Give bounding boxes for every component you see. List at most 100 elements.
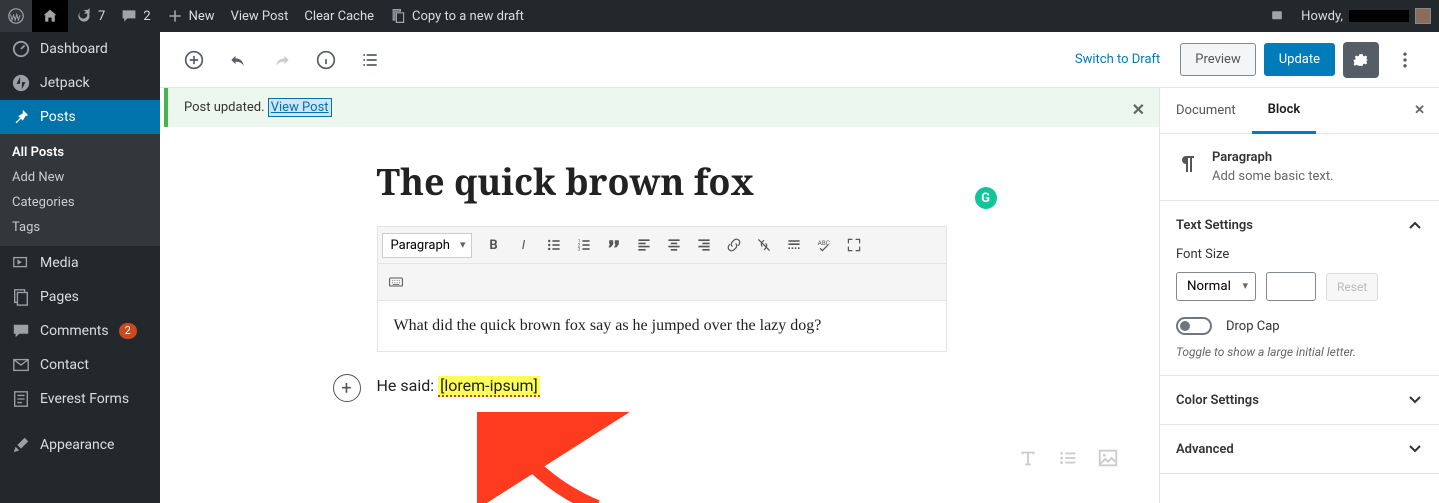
drop-cap-toggle[interactable] [1176,317,1212,335]
wordpress-logo[interactable] [0,0,32,32]
align-center-button[interactable] [660,231,688,259]
align-left-button[interactable] [630,231,658,259]
sidebar-item-everest[interactable]: Everest Forms [0,382,160,416]
comment-icon [121,8,137,24]
expand-icon [846,237,862,253]
sidebar-item-comments[interactable]: Comments2 [0,314,160,348]
updates-count: 7 [98,9,105,24]
sidebar-item-media[interactable]: Media [0,246,160,280]
site-home[interactable] [32,0,68,32]
gear-icon [1351,50,1371,70]
preview-button[interactable]: Preview [1180,43,1255,76]
undo-button[interactable] [220,42,256,78]
unlink-button[interactable] [750,231,778,259]
comment-icon [12,322,30,340]
spellcheck-button[interactable]: ABC [810,231,838,259]
switch-draft-button[interactable]: Switch to Draft [1063,44,1172,75]
svg-text:ABC: ABC [817,239,829,247]
advanced-panel[interactable]: Advanced [1160,425,1439,474]
submenu-add-new[interactable]: Add New [0,165,160,190]
fullscreen-button[interactable] [840,231,868,259]
sidebar-item-jetpack[interactable]: Jetpack [0,66,160,100]
close-settings-button[interactable]: ✕ [1400,89,1439,132]
font-size-label: Font Size [1176,247,1423,262]
plus-circle-icon [184,50,204,70]
quote-button[interactable] [600,231,628,259]
drop-cap-hint: Toggle to show a large initial letter. [1176,345,1423,359]
editor-topbar: Switch to Draft Preview Update [160,32,1439,88]
sidebar-item-posts[interactable]: Posts [0,100,160,134]
pin-icon [12,108,30,126]
settings-toggle-button[interactable] [1343,42,1379,78]
format-select[interactable]: Paragraph [382,233,472,258]
block-appender-icons [1017,447,1119,469]
link-button[interactable] [720,231,748,259]
update-button[interactable]: Update [1264,43,1335,76]
classic-block[interactable]: Paragraph B I 123 ABC [377,226,947,352]
admin-bar: 7 2 New View Post Clear Cache Copy to a … [0,0,1439,32]
clear-cache-link[interactable]: Clear Cache [296,0,382,32]
list-block-icon[interactable] [1057,447,1079,469]
view-post-link[interactable]: View Post [268,98,332,117]
tab-block[interactable]: Block [1252,88,1317,134]
grammarly-icon[interactable]: G [975,187,997,209]
sidebar-item-appearance[interactable]: Appearance [0,428,160,462]
classic-content[interactable]: What did the quick brown fox say as he j… [378,301,946,351]
new-link[interactable]: New [159,0,223,32]
more-menu-button[interactable] [1387,42,1423,78]
bullet-list-icon [546,237,562,253]
drop-cap-label: Drop Cap [1226,319,1280,334]
reset-font-button[interactable]: Reset [1326,273,1378,301]
tab-document[interactable]: Document [1160,89,1252,132]
paragraph-block[interactable]: + He said: [lorem-ipsum] [377,376,947,396]
align-right-button[interactable] [690,231,718,259]
more-button[interactable] [780,231,808,259]
font-size-input[interactable] [1266,272,1316,301]
numbered-list-icon: 123 [576,237,592,253]
submenu-all-posts[interactable]: All Posts [0,140,160,165]
keyboard-button[interactable] [382,268,410,296]
italic-button[interactable]: I [510,231,538,259]
notifications[interactable] [1261,0,1293,32]
comments-link[interactable]: 2 [113,0,158,32]
view-post-link[interactable]: View Post [223,0,297,32]
jetpack-icon [12,74,30,92]
text-icon[interactable] [1017,447,1039,469]
link-icon [726,237,742,253]
align-center-icon [666,237,682,253]
settings-sidebar: Document Block ✕ Paragraph Add some basi… [1159,88,1439,503]
bold-button[interactable]: B [480,231,508,259]
sidebar-item-dashboard[interactable]: Dashboard [0,32,160,66]
redo-button[interactable] [264,42,300,78]
dismiss-notice-button[interactable]: ✕ [1132,100,1145,119]
image-block-icon[interactable] [1097,447,1119,469]
unlink-icon [756,237,772,253]
bullet-list-button[interactable] [540,231,568,259]
add-block-button[interactable] [176,42,212,78]
color-settings-panel[interactable]: Color Settings [1160,376,1439,425]
info-button[interactable] [308,42,344,78]
post-updated-notice: Post updated. View Post ✕ [164,88,1159,127]
howdy-user[interactable]: Howdy, [1293,0,1439,32]
submenu-tags[interactable]: Tags [0,215,160,240]
text-settings-toggle[interactable]: Text Settings [1176,217,1423,233]
outline-button[interactable] [352,42,388,78]
list-icon [360,50,380,70]
submenu-categories[interactable]: Categories [0,190,160,215]
numbered-list-button[interactable]: 123 [570,231,598,259]
classic-toolbar: Paragraph B I 123 ABC [378,227,946,264]
shortcode-highlight: [lorem-ipsum] [438,376,540,397]
sidebar-item-contact[interactable]: Contact [0,348,160,382]
keyboard-icon [388,274,404,290]
copy-draft-link[interactable]: Copy to a new draft [382,0,532,32]
font-size-select[interactable]: Normal [1176,272,1256,301]
more-vertical-icon [1395,50,1415,70]
post-title-input[interactable]: The quick brown fox [377,157,947,206]
annotation-arrow [477,412,637,503]
text-settings-panel: Text Settings Font Size Normal Reset Dro… [1160,201,1439,376]
sidebar-item-pages[interactable]: Pages [0,280,160,314]
updates-link[interactable]: 7 [68,0,113,32]
inline-inserter-button[interactable]: + [333,374,361,402]
media-icon [12,254,30,272]
editor-canvas[interactable]: Post updated. View Post ✕ G The quick br… [160,88,1159,503]
